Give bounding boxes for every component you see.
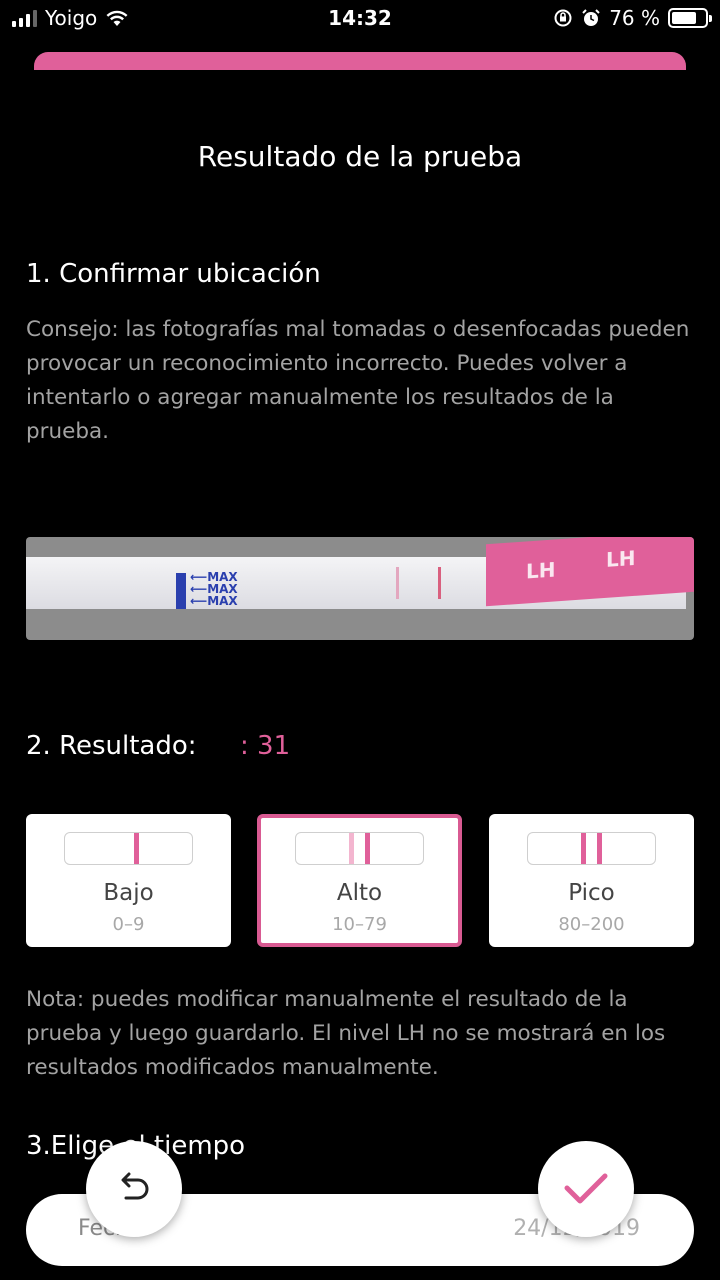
confirm-button[interactable]: [538, 1141, 634, 1237]
mini-strip-icon: [527, 832, 656, 865]
back-button[interactable]: [86, 1141, 182, 1237]
strip-control-line: [438, 567, 441, 599]
rotation-lock-icon: [554, 9, 572, 27]
level-card-alto[interactable]: Alto 10–79: [257, 814, 462, 947]
strip-test-line: [396, 567, 399, 599]
result-value: : 31: [240, 731, 291, 761]
status-right: 76 %: [553, 6, 712, 30]
strip-handle-mark: [176, 573, 186, 609]
level-name: Bajo: [103, 880, 154, 906]
page-title: Resultado de la prueba: [197, 140, 523, 173]
status-bar: Yoigo 14:32 76 %: [0, 0, 720, 40]
level-card-pico[interactable]: Pico 80–200: [489, 814, 694, 947]
strip-max-label: ⟵MAX ⟵MAX ⟵MAX: [190, 570, 238, 608]
battery-percent: 76 %: [609, 6, 660, 30]
level-name: Alto: [336, 880, 383, 906]
note-text: Nota: puedes modificar manualmente el re…: [26, 987, 666, 1080]
mini-strip-icon: [64, 832, 193, 865]
tip-text: Consejo: las fotografías mal tomadas o d…: [26, 317, 690, 444]
test-strip-photo[interactable]: ⟵MAX ⟵MAX ⟵MAX LH LH: [26, 537, 694, 640]
level-range: 0–9: [112, 914, 145, 935]
section-confirm-location-heading: 1. Confirmar ubicación: [26, 259, 321, 289]
level-name: Pico: [568, 880, 615, 906]
battery-icon: [668, 8, 712, 28]
undo-icon: [121, 1172, 149, 1200]
level-card-bajo[interactable]: Bajo 0–9: [26, 814, 231, 947]
level-range: 80–200: [558, 914, 625, 935]
sheet-handle: [34, 52, 686, 70]
alarm-icon: [582, 9, 600, 26]
section-result-heading: 2. Resultado:: [26, 731, 197, 761]
mini-strip-icon: [295, 832, 424, 865]
check-icon: [564, 1173, 608, 1204]
level-range: 10–79: [332, 914, 387, 935]
